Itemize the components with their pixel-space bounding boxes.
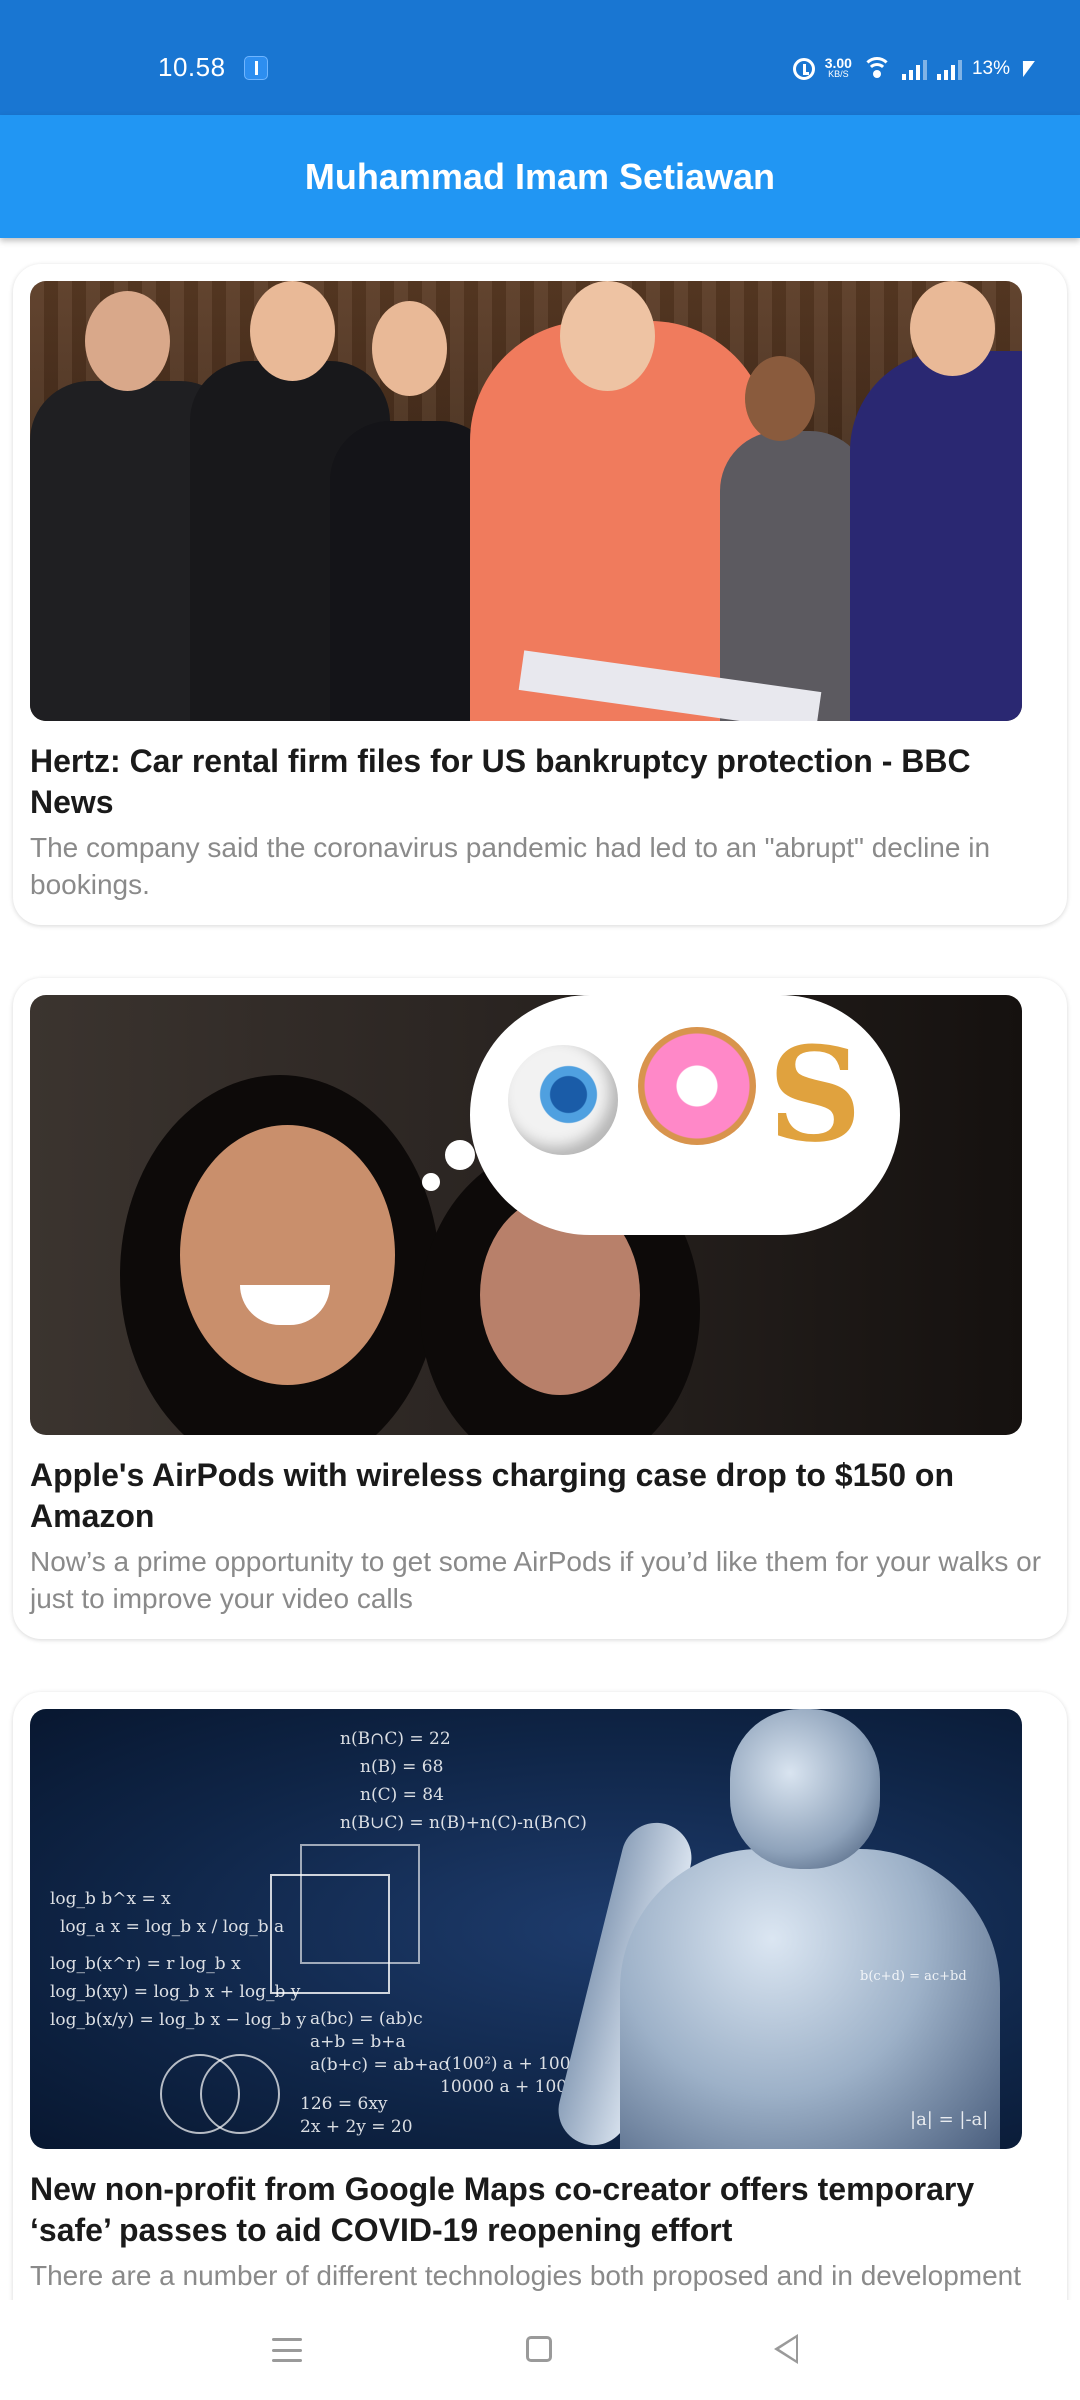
news-card[interactable]: S Apple's AirPods with wireless charging… [13,978,1067,1639]
news-title[interactable]: Hertz: Car rental firm files for US bank… [30,741,1050,823]
news-image[interactable]: S [30,995,1022,1435]
net-speed-unit: KB/S [828,69,849,79]
menu-icon[interactable] [272,2338,302,2362]
back-icon[interactable] [774,2334,798,2364]
news-title[interactable]: Apple's AirPods with wireless charging c… [30,1455,1050,1537]
status-icons: 3.00 KB/S 13% [792,54,1035,84]
app-screen: 10.58 3.00 KB/S 13% Muhammad Imam Setiaw… [0,0,1080,2400]
news-description: Now’s a prime opportunity to get some Ai… [30,1546,1042,1614]
news-card[interactable]: Hertz: Car rental firm files for US bank… [13,264,1067,925]
status-bar: 10.58 3.00 KB/S 13% [0,0,1080,115]
news-image[interactable] [30,281,1022,721]
usb-icon [244,56,268,80]
battery-level: 13% [971,58,1010,79]
signal-icon [936,58,962,80]
wifi-icon [861,57,892,81]
app-bar: Muhammad Imam Setiawan [0,115,1080,238]
news-image[interactable]: n(B∩C) = 22 n(B) = 68 n(C) = 84 n(B∪C) =… [30,1709,1022,2149]
charging-icon [1017,61,1035,77]
system-nav-bar [0,2300,1080,2400]
home-icon[interactable] [526,2336,552,2362]
news-title[interactable]: New non-profit from Google Maps co-creat… [30,2169,1050,2251]
news-card[interactable]: n(B∩C) = 22 n(B) = 68 n(C) = 84 n(B∪C) =… [13,1692,1067,2300]
app-title: Muhammad Imam Setiawan [304,155,776,197]
alarm-icon [792,58,815,80]
status-time: 10.58 [158,52,226,82]
signal-icon [901,58,927,80]
net-speed: 3.00 KB/S [824,55,852,80]
news-description: The company said the coronavirus pandemi… [30,832,991,900]
news-list[interactable]: Hertz: Car rental firm files for US bank… [0,238,1080,2300]
net-speed-value: 3.00 [824,55,852,71]
news-description: There are a number of different technolo… [30,2260,1022,2300]
